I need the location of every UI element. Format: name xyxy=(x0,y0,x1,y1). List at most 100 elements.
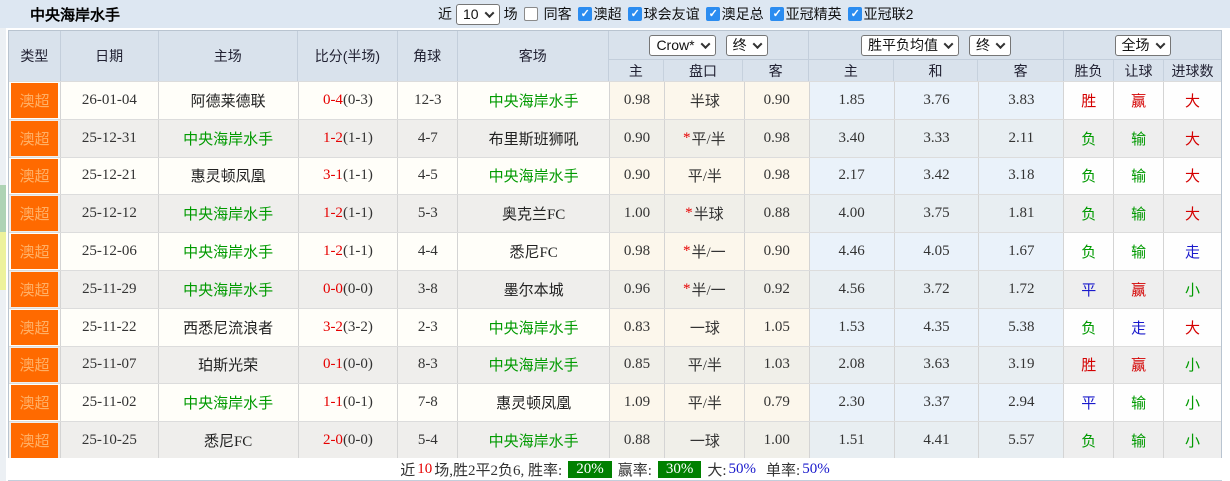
halftime-score: (1-1) xyxy=(342,167,373,184)
home-team[interactable]: 中央海岸水手 xyxy=(158,384,299,422)
handicap: 一球 xyxy=(664,422,745,459)
score: 0-0 (0-0) xyxy=(298,270,399,308)
home-team[interactable]: 西悉尼流浪者 xyxy=(158,308,299,346)
ausuper-checkbox[interactable] xyxy=(577,7,592,21)
single-rate-value: 50% xyxy=(802,460,830,477)
mean-time-value: 终 xyxy=(976,37,990,53)
acl-elite-checkbox[interactable] xyxy=(769,7,784,21)
friendly-checkbox[interactable] xyxy=(627,7,642,21)
home-team[interactable]: 珀斯光荣 xyxy=(158,346,299,384)
away-team[interactable]: 中央海岸水手 xyxy=(458,346,611,384)
odds-home: 0.83 xyxy=(610,308,665,346)
mean-home: 1.51 xyxy=(809,422,895,459)
summary-bar: 近 10 场,胜2平2负6, 胜率: 20% 赢率: 30% 大: 50% 单率: 50… xyxy=(8,458,1222,481)
mean-odds-group: 胜平负均值 终 主 和 客 xyxy=(809,31,1064,81)
page-title: 中央海岸水手 xyxy=(30,6,121,24)
result: 平 xyxy=(1064,270,1115,308)
handicap-text: 平/半 xyxy=(687,169,722,186)
league-badge: 澳超 xyxy=(11,158,58,194)
mean-draw: 4.05 xyxy=(894,233,980,270)
corner-count: 7-8 xyxy=(398,384,459,422)
away-team[interactable]: 悉尼FC xyxy=(458,233,611,270)
same-opponent-checkbox[interactable] xyxy=(523,7,538,21)
ausuper-label: 澳超 xyxy=(593,6,622,22)
fulltime-score: 2-0 xyxy=(322,432,343,449)
mean-home: 1.85 xyxy=(809,82,895,119)
mean-draw: 3.72 xyxy=(894,270,980,308)
col-corner: 角球 xyxy=(398,31,458,81)
handicap-result: 输 xyxy=(1114,157,1165,195)
away-team[interactable]: 惠灵顿凤凰 xyxy=(458,384,611,422)
aucup-label: 澳足总 xyxy=(721,6,764,22)
chevron-down-icon xyxy=(995,38,1006,49)
match-date: 25-12-21 xyxy=(60,157,159,195)
match-date: 25-12-06 xyxy=(60,233,159,270)
handicap-star: * xyxy=(683,129,691,146)
away-team[interactable]: 中央海岸水手 xyxy=(458,157,611,195)
recent-count-select[interactable]: 10 xyxy=(456,3,500,25)
home-team[interactable]: 悉尼FC xyxy=(158,422,299,459)
halftime-score: (0-3) xyxy=(342,91,373,108)
mean-away: 3.18 xyxy=(979,157,1065,195)
mean-away: 1.72 xyxy=(979,270,1065,308)
halftime-score: (1-1) xyxy=(342,129,373,146)
result: 负 xyxy=(1064,422,1115,459)
odds-away: 1.03 xyxy=(744,346,810,384)
single-rate-label: 单率: xyxy=(766,462,801,479)
odds-away: 1.00 xyxy=(744,422,810,459)
mean-away: 3.83 xyxy=(979,82,1065,119)
result: 胜 xyxy=(1064,82,1115,119)
handicap-text: 半球 xyxy=(693,207,724,224)
mean-time-select[interactable]: 终 xyxy=(969,34,1011,56)
home-team[interactable]: 阿德莱德联 xyxy=(158,82,299,119)
col-away: 客场 xyxy=(458,31,609,81)
mean-home: 4.56 xyxy=(809,270,895,308)
mean-home: 2.17 xyxy=(809,157,895,195)
away-team[interactable]: 中央海岸水手 xyxy=(458,308,611,346)
summary-count: 10 xyxy=(417,460,433,477)
away-team[interactable]: 中央海岸水手 xyxy=(458,82,611,119)
handicap: 平/半 xyxy=(664,346,745,384)
odds-group: Crow* 终 主 盘口 客 xyxy=(609,31,809,81)
home-team[interactable]: 中央海岸水手 xyxy=(158,233,299,270)
mean-away: 5.38 xyxy=(979,308,1065,346)
home-team[interactable]: 惠灵顿凤凰 xyxy=(158,157,299,195)
let-rate-badge: 30% xyxy=(657,460,702,478)
away-team[interactable]: 墨尔本城 xyxy=(458,270,611,308)
aucup-checkbox[interactable] xyxy=(705,7,720,21)
acl-elite-label: 亚冠精英 xyxy=(785,6,842,22)
goals-result: 小 xyxy=(1164,270,1222,308)
top-bar: 中央海岸水手 近 10 场 同客 澳超 球会友谊 澳足总 亚冠精英 亚冠联2 xyxy=(0,0,1230,28)
league-badge: 澳超 xyxy=(11,347,58,383)
home-team[interactable]: 中央海岸水手 xyxy=(158,119,299,157)
league-badge: 澳超 xyxy=(11,309,58,345)
odds-home: 0.88 xyxy=(610,422,665,459)
away-team[interactable]: 布里斯班狮吼 xyxy=(458,119,611,157)
bookmaker-select[interactable]: Crow* xyxy=(649,34,716,56)
mean-select[interactable]: 胜平负均值 xyxy=(861,34,959,56)
away-team[interactable]: 中央海岸水手 xyxy=(458,422,611,459)
away-team[interactable]: 奥克兰FC xyxy=(458,195,611,233)
odds-time-select[interactable]: 终 xyxy=(725,34,768,56)
odds-away: 1.05 xyxy=(744,308,810,346)
scope-select[interactable]: 全场 xyxy=(1114,34,1171,56)
result: 负 xyxy=(1064,233,1115,270)
home-team[interactable]: 中央海岸水手 xyxy=(158,195,299,233)
acl2-checkbox[interactable] xyxy=(847,7,862,21)
odds-home: 0.96 xyxy=(610,270,665,308)
table-row: 澳超 25-12-12 中央海岸水手 1-2 (1-1) 5-3 奥克兰FC 1.… xyxy=(9,194,1222,233)
match-date: 25-11-02 xyxy=(60,384,159,422)
league-filter-acl-elite: 亚冠精英 xyxy=(768,4,842,24)
handicap: 平/半 xyxy=(664,157,745,195)
handicap: * 半/一 xyxy=(664,233,745,270)
league-badge: 澳超 xyxy=(11,234,58,269)
near-label: 近 xyxy=(438,6,453,22)
odds-home: 1.09 xyxy=(610,384,665,422)
home-team[interactable]: 中央海岸水手 xyxy=(158,270,299,308)
corner-count: 8-3 xyxy=(398,346,459,384)
halftime-score: (0-0) xyxy=(342,280,373,297)
mean-away: 3.19 xyxy=(979,346,1065,384)
mean-home: 2.08 xyxy=(809,346,895,384)
mean-away: 2.94 xyxy=(979,384,1065,422)
fulltime-score: 3-1 xyxy=(322,167,343,184)
